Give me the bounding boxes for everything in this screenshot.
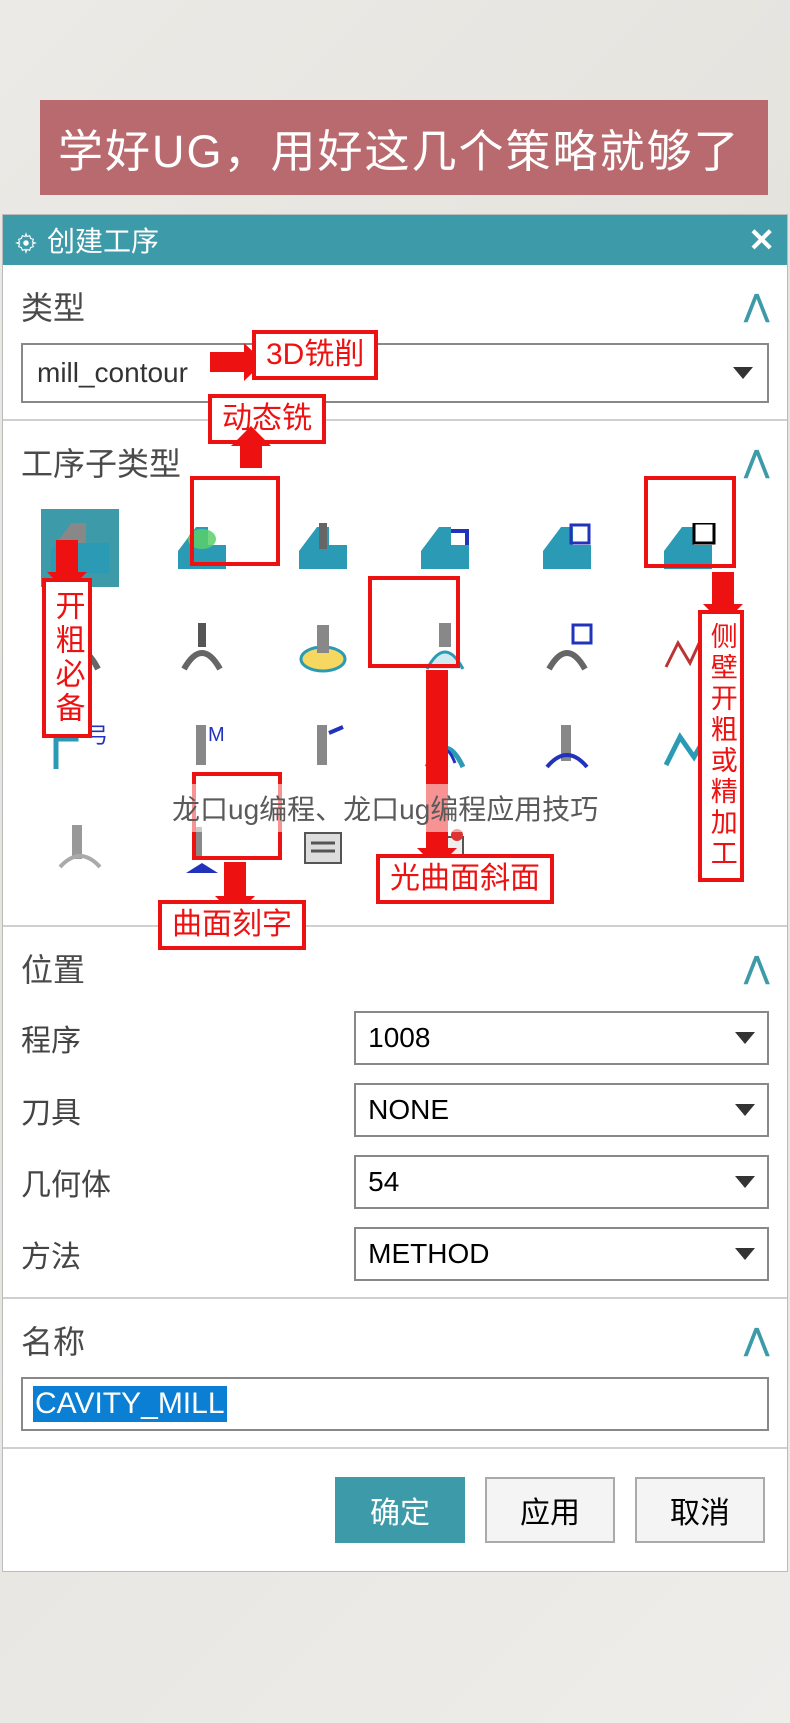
op-flowcut-multiple-icon[interactable]: M: [163, 709, 241, 787]
name-input[interactable]: CAVITY_MILL: [21, 1377, 769, 1431]
apply-button[interactable]: 应用: [485, 1477, 615, 1543]
annotation-arrow-icon: [210, 352, 246, 372]
op-streamline-icon[interactable]: [528, 609, 606, 687]
method-dropdown[interactable]: METHOD: [354, 1227, 769, 1281]
tool-dropdown[interactable]: NONE: [354, 1083, 769, 1137]
gear-icon: [15, 229, 37, 251]
op-flowcut-ref-icon[interactable]: [284, 709, 362, 787]
annotation-curved-surface: 光曲面斜面: [376, 854, 554, 904]
op-solid-profile-icon[interactable]: [528, 709, 606, 787]
op-contour-text-icon[interactable]: [41, 809, 119, 887]
type-dropdown[interactable]: mill_contour: [21, 343, 769, 403]
geometry-label: 几何体: [21, 1160, 340, 1204]
annotation-arrow-icon: [240, 444, 262, 468]
op-adaptive-mill-icon[interactable]: [163, 509, 241, 587]
annotation-arrow-icon: [56, 540, 78, 574]
collapse-caret-icon[interactable]: ⋀: [744, 951, 769, 986]
section-name-label: 名称: [21, 1317, 85, 1363]
watermark-text: 龙口ug编程、龙口ug编程应用技巧: [164, 784, 606, 832]
close-icon[interactable]: ✕: [748, 221, 775, 259]
geometry-dropdown[interactable]: 54: [354, 1155, 769, 1209]
dialog-title: 创建工序: [47, 220, 159, 260]
annotation-arrow-icon: [224, 862, 246, 898]
program-dropdown[interactable]: 1008: [354, 1011, 769, 1065]
method-value: METHOD: [368, 1238, 489, 1270]
section-subtype-label: 工序子类型: [21, 439, 181, 485]
program-value: 1008: [368, 1022, 430, 1054]
annotation-roughing-essential: 开粗必备: [42, 578, 92, 738]
collapse-caret-icon[interactable]: ⋀: [744, 1323, 769, 1358]
op-rest-mill-icon[interactable]: [528, 509, 606, 587]
chevron-down-icon: [735, 1032, 755, 1044]
section-type: 类型 ⋀ mill_contour: [3, 265, 787, 421]
cancel-button[interactable]: 取消: [635, 1477, 765, 1543]
collapse-caret-icon[interactable]: ⋀: [744, 445, 769, 480]
chevron-down-icon: [733, 367, 753, 379]
annotation-arrow-icon: [712, 572, 734, 606]
section-subtype: 工序子类型 ⋀ 弓 M: [3, 421, 787, 927]
name-input-value: CAVITY_MILL: [33, 1386, 227, 1422]
chevron-down-icon: [735, 1176, 755, 1188]
annotation-surface-engrave: 曲面刻字: [158, 900, 306, 950]
op-corner-rough-icon[interactable]: [406, 509, 484, 587]
tutorial-banner: 学好UG，用好这几个策略就够了: [40, 100, 768, 195]
method-label: 方法: [21, 1232, 340, 1276]
chevron-down-icon: [735, 1248, 755, 1260]
section-location-label: 位置: [21, 945, 85, 991]
ok-button[interactable]: 确定: [335, 1477, 465, 1543]
op-contour-area-icon[interactable]: [284, 609, 362, 687]
section-location: 位置 ⋀ 程序 1008 刀具 NONE 几何体 54 方法 METHOD: [3, 927, 787, 1299]
tool-label: 刀具: [21, 1088, 340, 1132]
op-plunge-mill-icon[interactable]: [284, 509, 362, 587]
op-fixed-contour-icon[interactable]: [163, 609, 241, 687]
operation-icon-grid: 弓 M: [21, 499, 769, 897]
geometry-value: 54: [368, 1166, 399, 1198]
svg-text:M: M: [208, 724, 225, 746]
dialog-button-row: 确定 应用 取消: [3, 1449, 787, 1571]
section-name: 名称 ⋀ CAVITY_MILL: [3, 1299, 787, 1449]
chevron-down-icon: [735, 1104, 755, 1116]
annotation-sidewall: 侧壁开粗或精加工: [698, 610, 744, 882]
type-dropdown-value: mill_contour: [37, 357, 188, 389]
section-type-label: 类型: [21, 283, 85, 329]
tool-value: NONE: [368, 1094, 449, 1126]
program-label: 程序: [21, 1016, 340, 1060]
collapse-caret-icon[interactable]: ⋀: [744, 289, 769, 324]
annotation-3d-milling: 3D铣削: [252, 330, 378, 380]
dialog-header: 创建工序 ✕: [3, 215, 787, 265]
